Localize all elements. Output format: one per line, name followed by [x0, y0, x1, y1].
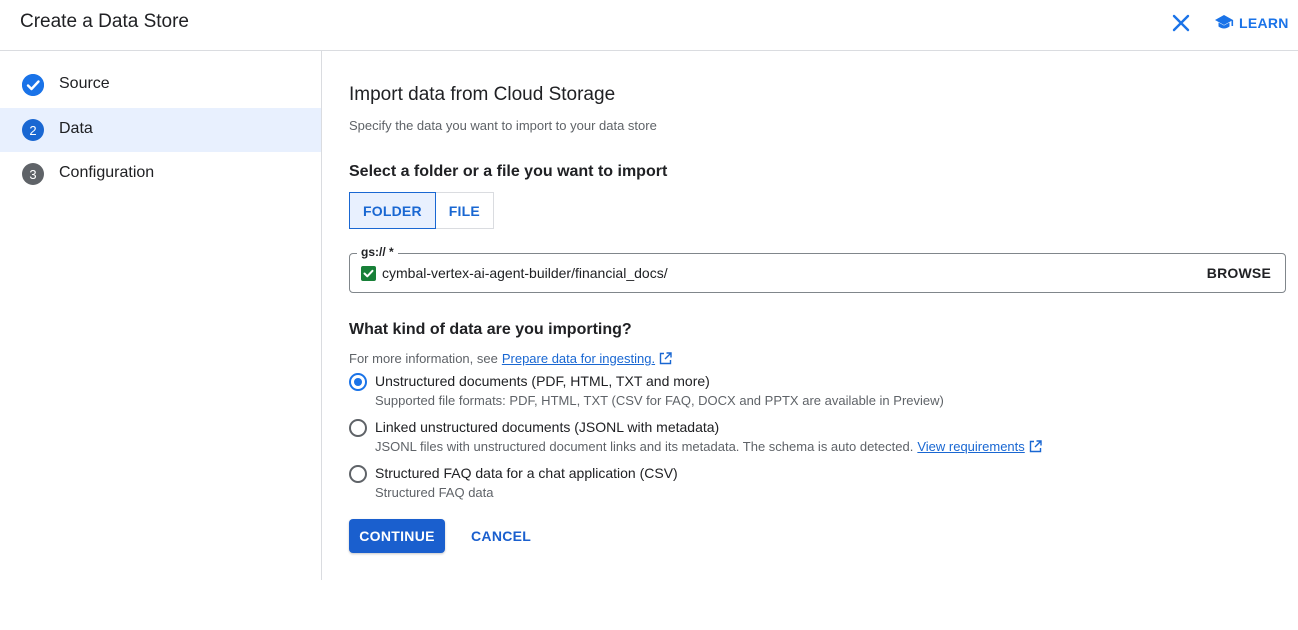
prepare-data-link[interactable]: Prepare data for ingesting.: [502, 351, 655, 366]
section-heading: Import data from Cloud Storage: [349, 84, 616, 105]
check-circle-icon: [22, 74, 44, 96]
step-number-3: 3: [22, 163, 44, 185]
step-data[interactable]: 2 Data: [0, 108, 321, 152]
folder-toggle-button[interactable]: FOLDER: [349, 192, 436, 229]
gcs-path-label: gs:// *: [357, 245, 398, 259]
open-in-new-icon: [659, 352, 672, 365]
step-number-2: 2: [22, 119, 44, 141]
dialog-header: Create a Data Store LEARN: [0, 0, 1298, 51]
page-title: Create a Data Store: [20, 11, 189, 32]
learn-button[interactable]: LEARN: [1214, 13, 1289, 33]
info-prefix: For more information, see: [349, 351, 498, 366]
select-heading: Select a folder or a file you want to im…: [349, 163, 668, 180]
file-toggle-button[interactable]: FILE: [435, 192, 494, 229]
check-box-icon: [361, 266, 376, 281]
open-in-new-icon: [1029, 440, 1042, 453]
data-kind-heading: What kind of data are you importing?: [349, 321, 632, 338]
view-requirements-link[interactable]: View requirements: [917, 439, 1024, 454]
section-subheading: Specify the data you want to import to y…: [349, 118, 657, 133]
step-configuration[interactable]: 3 Configuration: [0, 152, 321, 196]
radio-structured-faq[interactable]: [349, 465, 367, 483]
school-icon: [1215, 15, 1234, 29]
learn-label: LEARN: [1239, 15, 1289, 31]
radio-linked-unstructured[interactable]: [349, 419, 367, 437]
folder-file-toggle: FOLDER FILE: [349, 192, 494, 229]
continue-button[interactable]: CONTINUE: [349, 519, 445, 553]
option-description: Structured FAQ data: [375, 485, 494, 500]
step-source[interactable]: Source: [0, 63, 321, 107]
option-description: JSONL files with unstructured document l…: [375, 439, 1042, 454]
close-button[interactable]: [1170, 12, 1192, 34]
gcs-path-input[interactable]: [382, 265, 1182, 281]
browse-button[interactable]: BROWSE: [1207, 265, 1271, 281]
cancel-button[interactable]: CANCEL: [471, 528, 531, 544]
option-description: Supported file formats: PDF, HTML, TXT (…: [375, 393, 944, 408]
step-label-source: Source: [59, 75, 110, 92]
step-label-data: Data: [59, 120, 93, 137]
option-label: Unstructured documents (PDF, HTML, TXT a…: [375, 373, 710, 389]
option-label: Structured FAQ data for a chat applicati…: [375, 465, 678, 481]
gcs-path-field: gs:// * BROWSE: [349, 245, 1286, 293]
close-icon: [1172, 14, 1190, 32]
radio-unstructured[interactable]: [349, 373, 367, 391]
step-label-configuration: Configuration: [59, 164, 155, 181]
info-text: For more information, see Prepare data f…: [349, 351, 672, 366]
option-label: Linked unstructured documents (JSONL wit…: [375, 419, 720, 435]
stepper-sidebar: Source 2 Data 3 Configuration: [0, 51, 322, 580]
